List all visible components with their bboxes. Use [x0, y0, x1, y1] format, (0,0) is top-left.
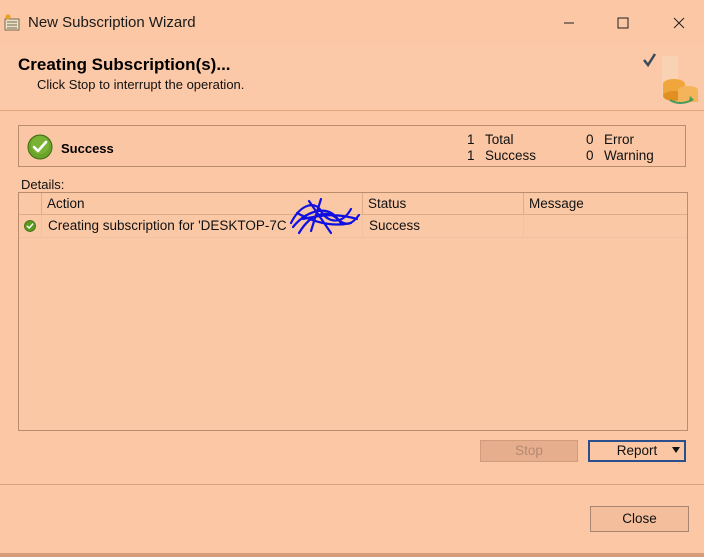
footer-divider	[0, 484, 704, 485]
window-title: New Subscription Wizard	[28, 14, 196, 31]
success-check-icon	[27, 134, 53, 160]
error-count: 0	[586, 132, 594, 147]
error-label: Error	[604, 132, 634, 147]
page-subtitle: Click Stop to interrupt the operation.	[37, 77, 245, 92]
window-bottom-edge	[0, 553, 704, 557]
status-summary-panel: Success 1 Total 1 Success 0 Error 0 Warn…	[18, 125, 686, 167]
column-header-status[interactable]: Status	[363, 193, 524, 214]
redaction-scribble	[289, 197, 361, 235]
warning-label: Warning	[604, 148, 654, 163]
maximize-icon	[617, 17, 629, 29]
row-success-icon	[24, 220, 36, 232]
wizard-header: Creating Subscription(s)... Click Stop t…	[0, 46, 704, 111]
stop-button[interactable]: Stop	[480, 440, 578, 462]
warning-count: 0	[586, 148, 594, 163]
close-button[interactable]: Close	[590, 506, 689, 532]
details-label: Details:	[21, 177, 65, 192]
details-table[interactable]: Action Status Message Creating subscript…	[18, 192, 688, 431]
column-header-message[interactable]: Message	[524, 193, 687, 214]
row-message-cell	[524, 215, 687, 237]
success-count: 1	[467, 148, 475, 163]
row-status-text-cell: Success	[363, 215, 524, 237]
window-close-button[interactable]	[656, 6, 702, 40]
page-title: Creating Subscription(s)...	[18, 55, 231, 74]
close-icon	[673, 17, 685, 29]
minimize-button[interactable]	[546, 6, 592, 40]
total-label: Total	[485, 132, 514, 147]
dropdown-arrow-icon	[672, 447, 680, 453]
subscription-wizard-graphic-icon	[643, 53, 698, 104]
maximize-button[interactable]	[600, 6, 646, 40]
report-button[interactable]: Report	[588, 440, 686, 462]
wizard-app-icon	[4, 14, 20, 31]
total-count: 1	[467, 132, 475, 147]
row-status-cell	[19, 215, 42, 237]
report-button-label: Report	[616, 443, 658, 458]
overall-status-text: Success	[61, 141, 114, 156]
success-label: Success	[485, 148, 537, 163]
minimize-icon	[564, 22, 574, 24]
title-bar: New Subscription Wizard	[0, 0, 704, 46]
column-header-icon	[19, 193, 42, 214]
